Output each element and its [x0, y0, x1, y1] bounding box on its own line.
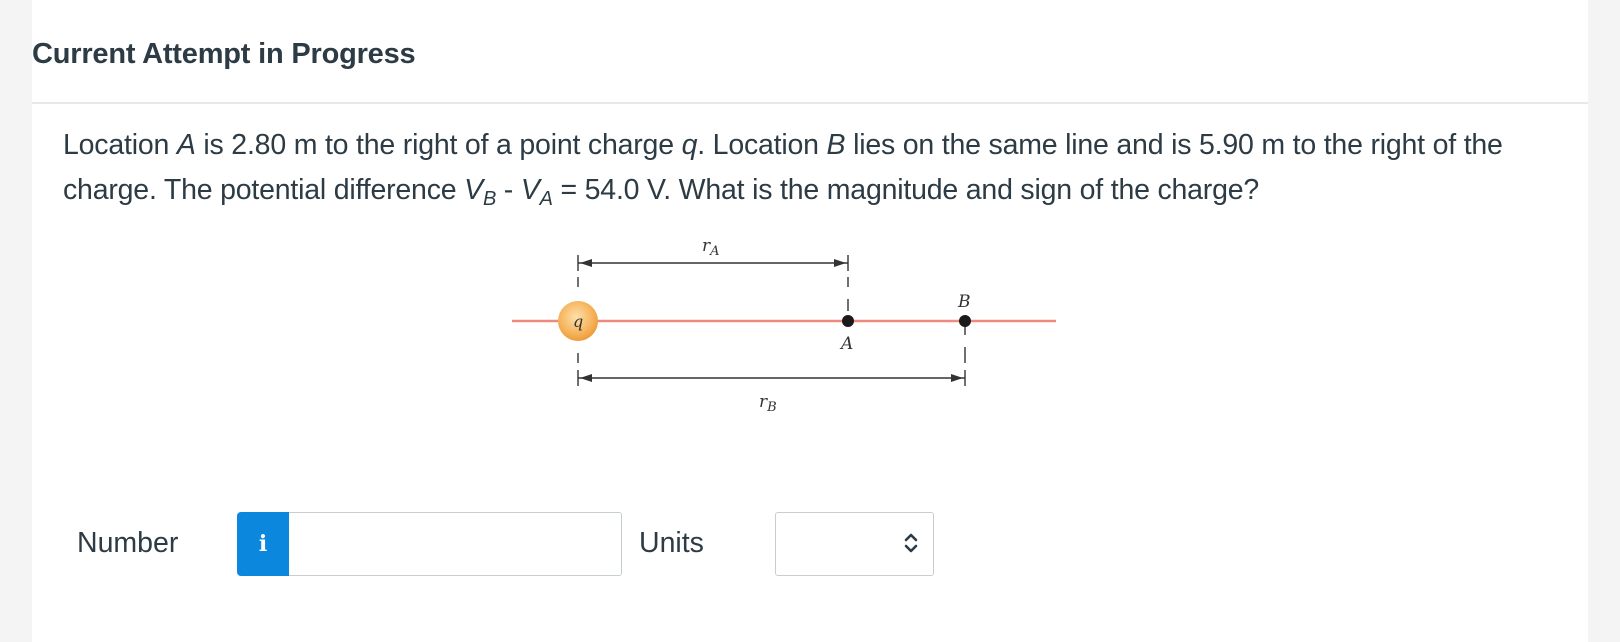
rb-label: rB	[759, 392, 777, 415]
point-a-label: A	[839, 334, 853, 354]
page-title: Current Attempt in Progress	[32, 38, 416, 70]
ra-arrow-right	[834, 259, 846, 267]
number-input[interactable]	[289, 512, 622, 576]
units-select[interactable]	[775, 512, 934, 576]
number-label: Number	[77, 527, 179, 559]
charge-diagram: rA rB q A B	[512, 236, 1056, 415]
units-label: Units	[639, 527, 704, 559]
divider	[32, 102, 1588, 104]
question-card: Current Attempt in Progress Location A i…	[32, 0, 1588, 642]
ra-arrow-left	[580, 259, 592, 267]
rb-arrow-left	[580, 374, 592, 382]
info-icon[interactable]: i	[237, 512, 289, 576]
charge-label: q	[573, 312, 583, 331]
chevron-up-down-icon	[904, 533, 918, 553]
point-b	[959, 315, 971, 327]
ra-label: rA	[702, 236, 720, 259]
point-b-label: B	[957, 292, 971, 312]
answer-row: Number i Units	[32, 512, 1588, 578]
point-a	[842, 315, 854, 327]
rb-arrow-right	[951, 374, 963, 382]
question-text: Location A is 2.80 m to the right of a p…	[63, 129, 1503, 210]
